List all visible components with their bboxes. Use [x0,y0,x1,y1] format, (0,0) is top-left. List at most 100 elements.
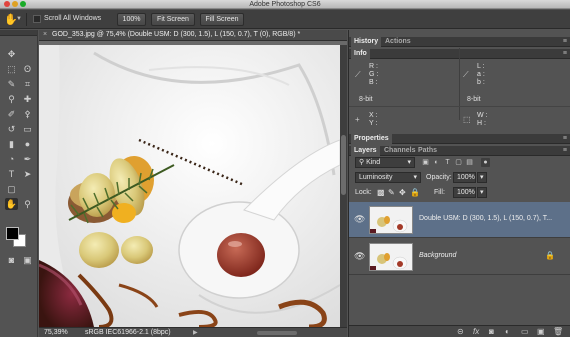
marquee-tool-icon[interactable]: ⬚ [5,63,18,75]
adjustment-filter-icon[interactable]: ◐ [432,158,441,167]
layer-thumbnail [369,206,413,234]
properties-menu-icon[interactable]: ≡ [563,134,567,144]
move-tool-icon[interactable]: ✥ [5,48,18,60]
layer-name[interactable]: Double USM: D (300, 1.5), L (150, 0.7), … [419,215,552,222]
dodge-tool-icon[interactable]: ◔ [5,153,18,165]
fx-icon[interactable]: fx [473,327,479,336]
zoom-100-button[interactable]: 100% [117,13,146,26]
mask-icon[interactable]: ◙ [489,327,494,336]
lock-transparency-icon[interactable]: ▩ [377,188,385,197]
horizontal-scroll-thumb[interactable] [257,331,297,335]
shape-filter-icon[interactable]: ▢ [454,158,463,167]
selection-size-icon: ⬚ [463,115,471,124]
eyedropper-icon: ⟋ [355,70,361,79]
lock-pixels-icon[interactable]: ✎ [388,188,395,197]
quick-mask-icon[interactable]: ◙ [5,254,18,266]
image-canvas[interactable] [39,45,340,327]
tab-layers[interactable]: Layers [351,146,380,156]
fit-screen-button[interactable]: Fit Screen [151,13,195,26]
layer-thumbnail-image [370,207,412,233]
adjustment-icon[interactable]: ◐ [505,327,510,336]
fill-screen-button[interactable]: Fill Screen [200,13,244,26]
food-photo [39,45,340,327]
eyedropper-icon: ⟋ [463,70,469,79]
pixel-filter-icon[interactable]: ▣ [421,158,430,167]
tab-properties[interactable]: Properties [351,134,392,144]
info-b-lab-label: b : [477,79,485,86]
foreground-color-swatch[interactable] [6,227,19,240]
path-select-tool-icon[interactable]: ➤ [21,168,34,180]
layers-footer: ⊝ fx ◙ ◐ ▭ ▣ 🗑 [349,325,570,337]
group-icon[interactable]: ▭ [521,327,529,336]
layer-name[interactable]: Background [419,252,456,259]
type-filter-icon[interactable]: T [443,158,452,167]
info-w-label: W : [477,112,488,119]
zoom-tool-icon[interactable]: ⚲ [21,198,34,210]
smart-object-filter-icon[interactable]: ▤ [465,158,474,167]
fill-label: Fill: [434,189,445,196]
info-divider [459,48,460,120]
title-bar: Adobe Photoshop CS6 [0,0,570,9]
crosshair-icon: + [355,115,360,124]
crop-tool-icon[interactable]: ⌗ [21,78,34,90]
healing-brush-tool-icon[interactable]: ✚ [21,93,34,105]
scroll-all-windows-checkbox[interactable] [33,15,41,23]
info-menu-icon[interactable]: ≡ [563,49,567,59]
lock-position-icon[interactable]: ✥ [399,188,406,197]
gradient-tool-icon[interactable]: ▮ [5,138,18,150]
zoom-level[interactable]: 75,39% [44,329,68,336]
layer-row[interactable]: 👁 Double USM: D (300, 1.5), L (150, 0.7)… [349,202,570,238]
history-brush-tool-icon[interactable]: ↺ [5,123,18,135]
blend-mode-value: Luminosity [359,174,393,181]
tab-paths[interactable]: Paths [415,146,440,156]
status-menu-arrow-icon[interactable]: ▶ [193,329,198,336]
divider [26,13,27,26]
panel-menu-icon[interactable]: ≡ [563,37,567,47]
blur-tool-icon[interactable]: ● [21,138,34,150]
document-profile: sRGB IEC61966-2.1 (8bpc) [85,329,171,336]
hand-tool-icon[interactable]: ✋ [5,198,18,210]
clone-stamp-tool-icon[interactable]: ⚴ [21,108,34,120]
visibility-eye-icon[interactable]: 👁 [354,251,365,262]
vertical-scroll-thumb[interactable] [341,135,346,195]
lock-all-icon[interactable]: 🔒 [410,188,420,197]
info-y-label: Y : [369,120,378,127]
kind-filter-select[interactable]: ⚲ Kind ▾ [355,157,415,168]
new-layer-icon[interactable]: ▣ [537,327,545,336]
info-divider [349,106,570,107]
pen-tool-icon[interactable]: ✒ [21,153,34,165]
close-document-icon[interactable]: × [43,31,47,38]
info-a-label: a : [477,71,485,78]
blend-mode-select[interactable]: Luminosity ▾ [355,172,421,183]
filter-toggle-icon[interactable]: ● [481,158,490,167]
options-bar: ✋ ▼ Scroll All Windows 100% Fit Screen F… [0,10,570,29]
screen-mode-icon[interactable]: ▣ [21,254,34,266]
tab-actions[interactable]: Actions [382,37,414,47]
visibility-eye-icon[interactable]: 👁 [354,214,365,225]
fill-input[interactable]: 100% [453,187,476,198]
layers-menu-icon[interactable]: ≡ [563,146,567,156]
opacity-input[interactable]: 100% [453,172,476,183]
eyedropper-tool-icon[interactable]: ⚲ [5,93,18,105]
tab-info[interactable]: Info [351,49,370,59]
lasso-tool-icon[interactable]: ʘ [21,63,34,75]
tab-channels[interactable]: Channels [381,146,419,156]
document-title: GOD_353.jpg @ 75,4% (Double USM: D (300,… [52,31,301,38]
fill-dropdown-icon[interactable]: ▾ [477,187,487,198]
info-b-label: B : [369,79,378,86]
layer-row[interactable]: 👁 Background 🔒 [349,239,570,275]
trash-icon[interactable]: 🗑 [553,327,563,336]
vertical-scrollbar[interactable] [340,45,347,327]
shape-tool-icon[interactable]: ▢ [5,183,18,195]
type-tool-icon[interactable]: T [5,168,18,180]
tool-preset-dropdown-icon[interactable]: ▼ [16,16,22,22]
link-icon[interactable]: ⊝ [457,327,464,336]
tools-panel-grip[interactable] [0,30,37,36]
eraser-tool-icon[interactable]: ▭ [21,123,34,135]
brush-tool-icon[interactable]: ✐ [5,108,18,120]
layer-thumbnail [369,243,413,271]
tab-history[interactable]: History [351,37,382,47]
opacity-dropdown-icon[interactable]: ▾ [477,172,487,183]
document-tab[interactable]: × GOD_353.jpg @ 75,4% (Double USM: D (30… [39,30,347,41]
quick-select-tool-icon[interactable]: ✎ [5,78,18,90]
